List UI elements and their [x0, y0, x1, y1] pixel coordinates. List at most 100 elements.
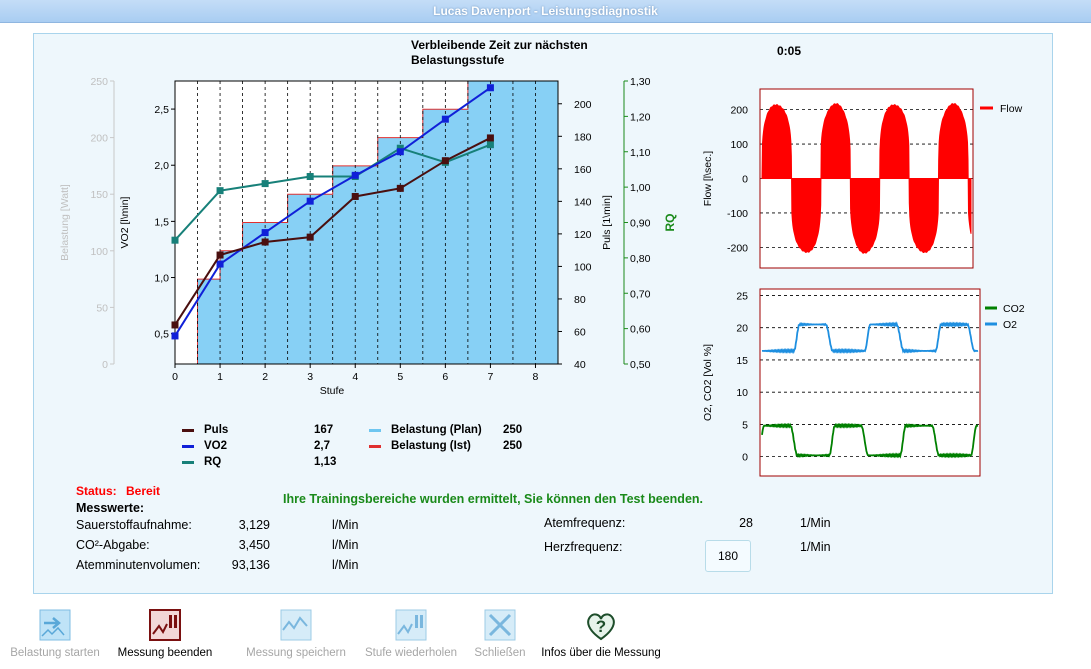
gas-tick-label: 25 [736, 290, 748, 302]
load-bar [220, 250, 243, 364]
flow-legend-label: Flow [1000, 103, 1023, 115]
flow-tick-label: 100 [730, 139, 748, 151]
rq-axis-label: RQ [663, 214, 677, 232]
gas-tick-label: 5 [742, 419, 748, 431]
measurement-unit: l/Min [332, 518, 359, 532]
gas-plot-area [760, 289, 980, 476]
legend-item-row: Belastung (Plan) 250 [369, 423, 543, 439]
icon-bar [415, 615, 418, 628]
heart-info-icon: ? [587, 613, 615, 641]
puls-tick-label: 120 [574, 229, 592, 241]
rq-tick-label: 1,00 [630, 182, 651, 194]
vo2-tick-label: 1,5 [154, 216, 169, 228]
puls-tick-label: 160 [574, 164, 592, 176]
status-value: Bereit [126, 484, 161, 498]
rq-point [216, 187, 224, 195]
vo2-tick-label: 0,5 [154, 329, 169, 341]
watt-tick-label: 150 [90, 189, 108, 201]
legend-item-row: Belastung (Ist) 250 [369, 439, 543, 455]
measurement-value: 93,136 [231, 558, 270, 572]
gas-tick-label: 20 [736, 323, 748, 335]
toolbar-button-close[interactable]: Schließen [470, 606, 530, 666]
measurement-unit: 1/Min [800, 516, 831, 530]
puls-tick-label: 60 [574, 326, 586, 338]
puls-point [306, 233, 314, 241]
toolbar-button-stop-measure[interactable]: Messung beenden [110, 606, 220, 666]
heart-rate-value: 180 [717, 549, 739, 563]
vo2-point [351, 171, 359, 179]
toolbar-button-label: Messung beenden [117, 647, 213, 659]
toolbar-button-heart-info[interactable]: ? Infos über die Messung [531, 606, 671, 666]
close-icon [484, 609, 516, 641]
co2-legend-label: CO2 [1003, 303, 1025, 315]
toolbar-button-play-load[interactable]: Belastung starten [1, 606, 109, 666]
puls-tick-label: 100 [574, 261, 592, 273]
measurement-label: Atemminutenvolumen: [76, 558, 201, 572]
countdown-label-line1: Verbleibende Zeit zur nächsten [411, 38, 588, 52]
rq-tick-label: 0,90 [630, 218, 651, 230]
measurement-unit: l/Min [332, 538, 359, 552]
flow-tick-label: -100 [727, 208, 748, 220]
toolbar-button-label: Infos über die Messung [541, 647, 661, 659]
measurement-value: 28 [739, 516, 753, 530]
rq-tick-label: 1,20 [630, 111, 651, 123]
toolbar-button-repeat-stage[interactable]: Stufe wiederholen [357, 606, 465, 666]
status-row: Status: Bereit [76, 484, 160, 498]
rq-point [486, 141, 494, 149]
flow-tick-label: 200 [730, 105, 748, 117]
legend-item-swatch [182, 461, 194, 464]
vo2-tick-label: 2,5 [154, 104, 169, 116]
puls-tick-label: 80 [574, 294, 586, 306]
legend-item-name: VO2 [204, 440, 228, 452]
rq-tick-label: 0,60 [630, 324, 651, 336]
measurement-value: 3,129 [238, 518, 270, 532]
watt-tick-label: 250 [90, 76, 108, 88]
legend-item-swatch [369, 445, 381, 448]
legend-item-row: VO2 2,7 [182, 439, 354, 455]
gas-chart: 25 20 15 10 5 0 O2, CO2 [Vol %] CO2 O2 [702, 288, 1025, 477]
rq-point [306, 173, 314, 181]
puls-tick-label: 200 [574, 99, 592, 111]
load-bar [197, 279, 221, 364]
x-tick-label: 5 [397, 371, 403, 383]
vo2-point [486, 84, 494, 92]
x-tick-label: 3 [307, 371, 313, 383]
vo2-point [171, 332, 179, 340]
stop-measure-icon [149, 609, 181, 641]
x-tick-label: 8 [533, 371, 539, 383]
countdown-value: 0:05 [777, 44, 802, 58]
puls-tick-label: 40 [574, 359, 586, 371]
x-tick-label: 1 [217, 371, 223, 383]
status-label: Status: [76, 484, 117, 498]
rq-tick-label: 1,10 [630, 147, 651, 159]
vo2-point [306, 197, 314, 205]
watt-tick-label: 200 [90, 133, 108, 145]
legend-item-swatch [369, 429, 381, 432]
icon-bar [169, 615, 172, 628]
watt-axis-label: Belastung [Watt] [59, 184, 71, 261]
rq-tick-label: 0,80 [630, 253, 651, 265]
heart-rate-box: 180 [705, 540, 751, 572]
vo2-axis-label: VO2 [l\min] [119, 196, 131, 248]
measurement-label: Atemfrequenz: [544, 516, 626, 530]
window-title: Lucas Davenport - Leistungsdiagnostik [0, 0, 1091, 23]
toolbar-button-label: Messung speichern [246, 647, 346, 659]
x-tick-label: 0 [172, 371, 178, 383]
play-load-icon [39, 609, 71, 641]
o2-legend-label: O2 [1003, 319, 1017, 331]
toolbar-button-save-measure[interactable]: Messung speichern [237, 606, 355, 666]
x-tick-label: 6 [442, 371, 448, 383]
legend-item-value: 1,13 [314, 456, 337, 468]
measurement-label: Sauerstoffaufnahme: [76, 518, 192, 532]
legend-item-swatch [182, 429, 194, 432]
vo2-tick-label: 1,0 [154, 273, 169, 285]
icon-bar [420, 615, 423, 628]
countdown-label: Verbleibende Zeit zur nächsten Belastung… [411, 38, 588, 68]
vo2-point [396, 148, 404, 156]
measurements-title: Messwerte: [76, 501, 145, 515]
gas-tick-label: 10 [736, 387, 748, 399]
vo2-tick-label: 2,0 [154, 160, 169, 172]
measurement-unit: l/Min [332, 558, 359, 572]
measurement-value: 3,450 [238, 538, 270, 552]
measurement-unit: 1/Min [800, 540, 831, 554]
